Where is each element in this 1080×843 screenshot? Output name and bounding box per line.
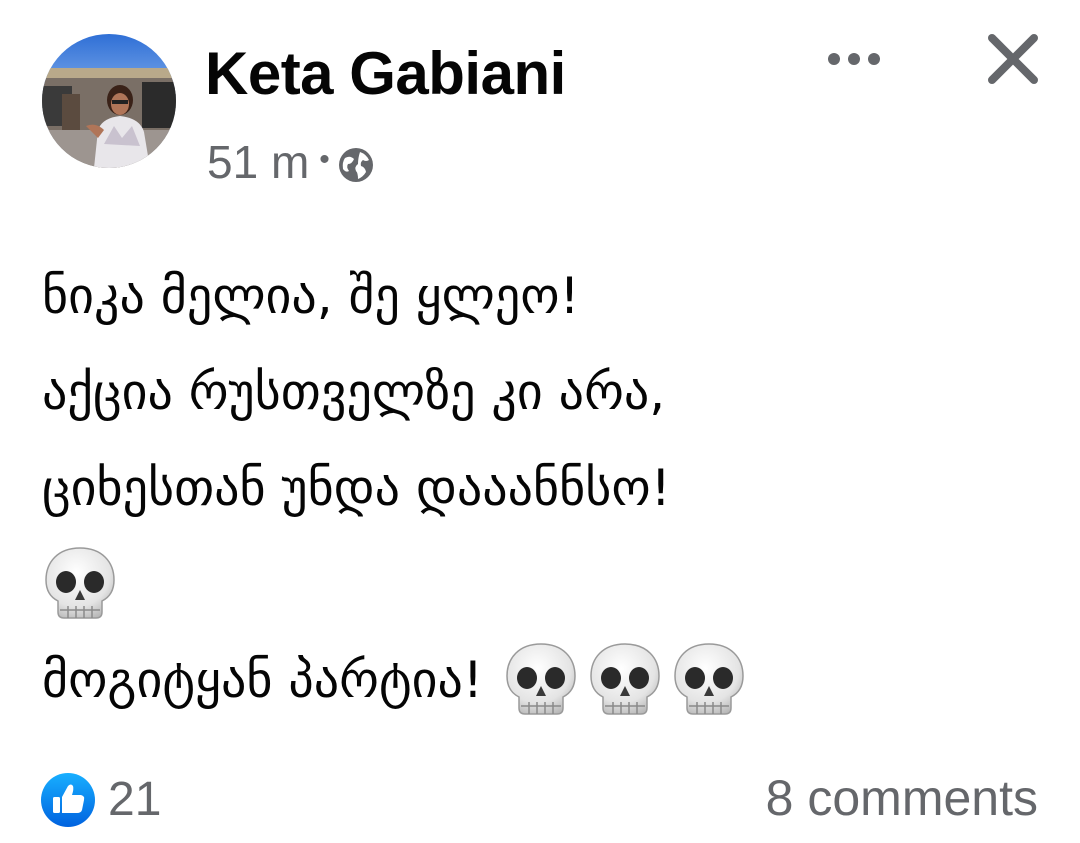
meta-separator: • bbox=[319, 143, 330, 176]
post-meta: 51 m • bbox=[207, 134, 376, 190]
close-icon bbox=[988, 34, 1038, 84]
post-timestamp[interactable]: 51 m bbox=[207, 135, 309, 189]
skull-emoji-group bbox=[503, 640, 751, 720]
close-button[interactable] bbox=[984, 30, 1042, 88]
like-reaction-icon bbox=[40, 772, 96, 828]
comments-link[interactable]: 8 comments bbox=[766, 768, 1038, 828]
post-line-3: ციხესთან უნდა დააანნსო! bbox=[42, 440, 1052, 536]
reactions-summary[interactable]: 21 bbox=[40, 772, 161, 828]
post-line-4-text: მოგიტყან პარტია! bbox=[42, 651, 483, 709]
author-avatar[interactable] bbox=[42, 34, 176, 168]
post-line-1: ნიკა მელია, შე ყლეო! bbox=[42, 248, 1052, 344]
skull-emoji-icon bbox=[503, 640, 579, 720]
skull-emoji-icon bbox=[671, 640, 747, 720]
post-line-emoji bbox=[42, 536, 1052, 632]
post-line-4: მოგიტყან პარტია! bbox=[42, 632, 1052, 728]
like-count: 21 bbox=[108, 773, 162, 826]
globe-icon bbox=[336, 142, 376, 182]
skull-emoji-icon bbox=[587, 640, 663, 720]
post-body: ნიკა მელია, შე ყლეო! აქცია რუსთველზე კი … bbox=[42, 248, 1052, 728]
skull-emoji-icon bbox=[42, 544, 118, 624]
post-line-2: აქცია რუსთველზე კი არა, bbox=[42, 344, 1052, 440]
post-line-2-text: აქცია რუსთველზე კი არა, bbox=[42, 363, 666, 421]
post-line-3-text: ციხესთან უნდა დააანნსო! bbox=[42, 459, 671, 517]
profile-photo bbox=[42, 34, 176, 168]
author-name[interactable]: Keta Gabiani bbox=[205, 38, 566, 110]
more-horizontal-icon bbox=[828, 53, 880, 65]
more-options-button[interactable] bbox=[822, 44, 886, 74]
post-line-1-text: ნიკა მელია, შე ყლეო! bbox=[42, 267, 580, 325]
